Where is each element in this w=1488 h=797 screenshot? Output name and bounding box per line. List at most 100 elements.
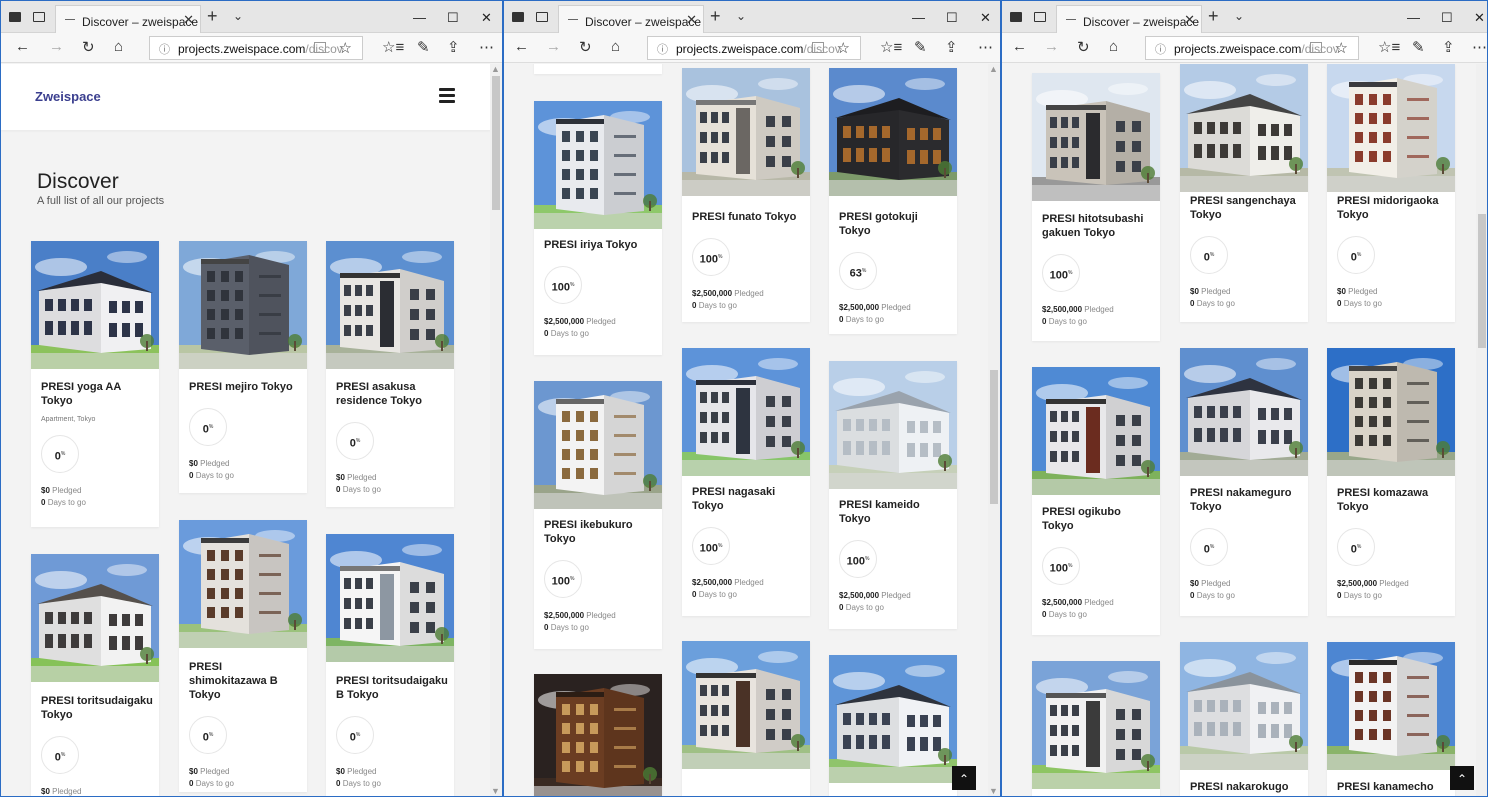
address-bar[interactable]: ⓘ projects.zweispace.com/discov ☆ [1145,36,1359,60]
project-card[interactable]: PRESI iriya Tokyo 100% $2,500,000 Pledged 0… [534,101,662,355]
project-name[interactable]: PRESI ikebukuro Tokyo [544,518,656,546]
project-image[interactable] [326,534,454,662]
home-icon[interactable]: ⌂ [114,38,123,55]
project-image[interactable] [829,68,957,196]
project-image[interactable] [682,68,810,196]
tab-menu-chevron-icon[interactable]: ⌄ [1234,9,1244,23]
project-card[interactable] [829,655,957,796]
more-icon[interactable]: ⋯ [1472,38,1487,56]
tab-close-icon[interactable]: ✕ [686,12,697,28]
project-name[interactable]: PRESI midorigaoka Tokyo [1337,194,1449,222]
project-card[interactable] [682,641,810,796]
project-card[interactable]: PRESI kanamecho [1327,642,1455,796]
project-image[interactable] [829,655,957,783]
scroll-up-icon[interactable]: ▲ [491,64,500,74]
back-icon[interactable]: ← [1012,38,1027,55]
favorite-star-icon[interactable]: ☆ [339,39,352,57]
tab-menu-chevron-icon[interactable]: ⌄ [233,9,243,23]
project-image[interactable] [1180,348,1308,476]
favorite-star-icon[interactable]: ☆ [837,39,850,57]
scroll-down-icon[interactable]: ▼ [989,786,998,796]
project-card[interactable]: PRESI toritsudaigaku Tokyo 0% $0 Pledged [31,554,159,796]
scroll-up-icon[interactable]: ▲ [989,64,998,74]
project-card[interactable]: PRESI gotokuji Tokyo 63% $2,500,000 Pledge… [829,68,957,334]
home-icon[interactable]: ⌂ [611,38,620,55]
project-name[interactable]: PRESI kameido Tokyo [839,498,951,526]
share-icon[interactable]: ⇪ [447,38,460,56]
close-window-button[interactable]: ✕ [481,10,492,26]
project-name[interactable]: PRESI funato Tokyo [692,210,804,224]
project-card[interactable]: PRESI asakusa residence Tokyo 0% $0 Pledge… [326,241,454,507]
project-name[interactable]: PRESI hitotsubashi gakuen Tokyo [1042,212,1154,240]
reading-view-icon[interactable] [1310,42,1322,53]
show-tabs-icon[interactable] [536,12,548,22]
home-icon[interactable]: ⌂ [1109,38,1118,55]
project-name[interactable]: PRESI nagasaki Tokyo [692,485,804,513]
project-image[interactable] [1032,73,1160,201]
show-tabs-icon[interactable] [1034,12,1046,22]
project-image[interactable] [179,520,307,648]
browser-tab[interactable]: Discover – zweispace pr ✕ [558,5,704,33]
reading-view-icon[interactable] [812,42,824,53]
project-card[interactable]: PRESI nakarokugo [1180,642,1308,796]
project-card[interactable]: PRESI mejiro Tokyo 0% $0 Pledged 0 Days to … [179,241,307,493]
set-aside-tabs-icon[interactable] [1010,12,1022,22]
scrollbar[interactable]: ▲ ▼ [988,64,1000,796]
project-card[interactable]: PRESI kameido Tokyo 100% $2,500,000 Pledge… [829,361,957,629]
scroll-thumb[interactable] [492,76,500,210]
minimize-button[interactable]: — [1407,10,1420,25]
maximize-button[interactable]: ☐ [447,10,459,26]
project-card[interactable]: PRESI sangenchaya Tokyo 0% $0 Pledged 0 Day… [1180,64,1308,322]
project-name[interactable]: PRESI toritsudaigaku B Tokyo [336,674,448,702]
project-image[interactable] [326,241,454,369]
new-tab-icon[interactable]: + [207,6,218,27]
browser-tab[interactable]: Discover – zweispace pr ✕ [1056,5,1202,33]
project-card[interactable]: PRESI ikebukuro Tokyo 100% $2,500,000 Pled… [534,381,662,649]
project-name[interactable]: PRESI gotokuji Tokyo [839,210,951,238]
hub-icon[interactable]: ☆≡ [1378,38,1400,56]
project-image[interactable] [829,361,957,489]
close-window-button[interactable]: ✕ [1474,10,1485,26]
site-info-icon[interactable]: ⓘ [657,41,668,57]
web-notes-icon[interactable]: ✎ [1412,38,1425,56]
project-image[interactable] [31,241,159,369]
web-notes-icon[interactable]: ✎ [914,38,927,56]
project-card[interactable]: PRESI hitotsubashi gakuen Tokyo 100% $2,50… [1032,73,1160,341]
browser-tab[interactable]: Discover – zweispace pr ✕ [55,5,201,33]
project-name[interactable]: PRESI toritsudaigaku Tokyo [41,694,153,722]
project-image[interactable] [682,641,810,769]
project-image[interactable] [534,101,662,229]
favorite-star-icon[interactable]: ☆ [1335,39,1348,57]
project-image[interactable] [534,674,662,796]
tab-close-icon[interactable]: ✕ [183,12,194,28]
tab-close-icon[interactable]: ✕ [1184,12,1195,28]
project-card-partial[interactable] [534,64,662,74]
back-icon[interactable]: ← [15,38,30,55]
project-card[interactable] [1032,661,1160,796]
maximize-button[interactable]: ☐ [1441,10,1453,26]
new-tab-icon[interactable]: + [1208,6,1219,27]
project-name[interactable]: PRESI nakarokugo [1190,780,1302,794]
share-icon[interactable]: ⇪ [945,38,958,56]
project-name[interactable]: PRESI yoga AA Tokyo [41,380,153,408]
site-info-icon[interactable]: ⓘ [1155,41,1166,57]
address-bar[interactable]: ⓘ projects.zweispace.com/discov ☆ [647,36,861,60]
project-image[interactable] [1180,642,1308,770]
new-tab-icon[interactable]: + [710,6,721,27]
back-to-top-button[interactable]: ⌃ [952,766,976,790]
show-tabs-icon[interactable] [33,12,45,22]
more-icon[interactable]: ⋯ [479,38,494,56]
hub-icon[interactable]: ☆≡ [382,38,404,56]
project-name[interactable]: PRESI komazawa Tokyo [1337,486,1449,514]
scrollbar[interactable]: ▲ ▼ [490,64,502,796]
scrollbar[interactable] [1476,64,1487,796]
project-card[interactable]: PRESI yoga AA Tokyo Apartment, Tokyo 0% $0 … [31,241,159,527]
project-image[interactable] [1327,348,1455,476]
tab-menu-chevron-icon[interactable]: ⌄ [736,9,746,23]
project-image[interactable] [1327,64,1455,192]
project-image[interactable] [179,241,307,369]
project-card[interactable]: PRESI midorigaoka Tokyo 0% $0 Pledged 0 Day… [1327,64,1455,322]
project-name[interactable]: PRESI asakusa residence Tokyo [336,380,448,408]
refresh-icon[interactable]: ↻ [1077,38,1090,56]
project-name[interactable]: PRESI ogikubo Tokyo [1042,505,1154,533]
